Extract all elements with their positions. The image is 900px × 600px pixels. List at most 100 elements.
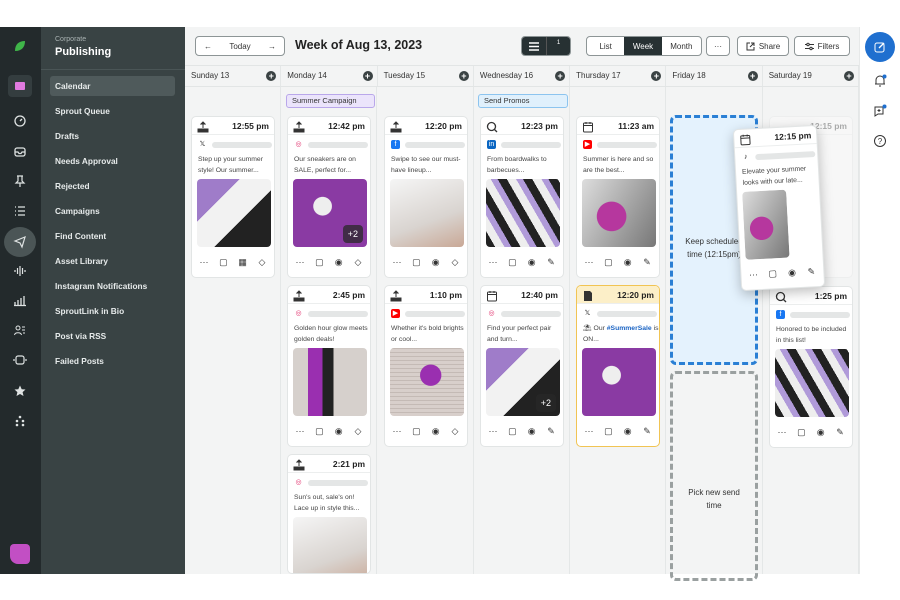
comment-icon[interactable]: ▢ <box>409 426 423 437</box>
nav-item-rejected[interactable]: Rejected <box>50 176 175 196</box>
post-media[interactable] <box>742 189 790 260</box>
comment-icon[interactable]: ▢ <box>312 257 326 268</box>
post-card[interactable]: 12:55 pm 𝕏 Step up your summer style! Ou… <box>191 116 275 278</box>
add-post-icon[interactable]: + <box>458 71 469 81</box>
post-card[interactable]: 2:45 pm ◎ Golden hour glow meets golden … <box>287 285 371 447</box>
add-post-icon[interactable]: + <box>266 71 277 81</box>
nav-item-campaigns[interactable]: Campaigns <box>50 201 175 221</box>
audio-wave-icon[interactable] <box>8 260 32 282</box>
post-media[interactable] <box>582 179 656 247</box>
list-icon[interactable] <box>8 200 32 222</box>
add-post-icon[interactable]: + <box>843 71 854 81</box>
folder-icon[interactable] <box>8 75 32 97</box>
more-icon[interactable]: ··· <box>197 257 211 267</box>
post-card[interactable]: 1:25 pm f Honored to be included in this… <box>769 286 853 448</box>
more-icon[interactable]: ··· <box>775 427 789 437</box>
bar-chart-icon[interactable] <box>8 289 32 311</box>
nav-item-instagram-notifications[interactable]: Instagram Notifications <box>50 276 175 296</box>
drop-zone-new-time[interactable]: Pick new send time <box>670 371 758 581</box>
inbox-icon[interactable] <box>8 141 32 163</box>
nav-item-asset-library[interactable]: Asset Library <box>50 251 175 271</box>
view-week-tab[interactable]: Week <box>624 37 662 55</box>
preview-icon[interactable]: ◉ <box>525 426 539 437</box>
comment-icon[interactable]: ▢ <box>409 257 423 268</box>
view-list-tab[interactable]: List <box>587 37 624 55</box>
post-media[interactable] <box>390 179 464 247</box>
preview-icon[interactable]: ◉ <box>814 427 828 438</box>
star-icon[interactable] <box>8 380 32 402</box>
next-week-button[interactable]: → <box>268 42 276 51</box>
edit-icon[interactable]: ✎ <box>640 426 654 437</box>
tag-icon[interactable]: ◇ <box>448 257 462 268</box>
nav-item-needs-approval[interactable]: Needs Approval <box>50 151 175 171</box>
comment-icon[interactable]: ▢ <box>505 257 519 268</box>
post-media[interactable] <box>582 348 656 416</box>
profile-avatar[interactable] <box>10 544 30 564</box>
more-icon[interactable]: ··· <box>390 426 404 436</box>
hashtag[interactable]: #SummerSale <box>607 325 652 332</box>
edit-icon[interactable]: ✎ <box>833 427 847 438</box>
dragged-post-card[interactable]: 12:15 pm ♪ Elevate your summer looks wit… <box>732 124 826 292</box>
more-icon[interactable]: ··· <box>582 426 596 436</box>
tag-icon[interactable]: ▦ <box>236 257 250 268</box>
comment-icon[interactable]: ▢ <box>601 257 615 268</box>
more-icon[interactable]: ··· <box>293 426 307 436</box>
more-icon[interactable]: ··· <box>486 426 500 436</box>
prev-week-button[interactable]: ← <box>204 42 212 51</box>
paper-plane-icon[interactable] <box>4 227 36 257</box>
comment-icon[interactable]: ▢ <box>505 426 519 437</box>
post-media[interactable]: +2 <box>486 348 560 416</box>
add-post-icon[interactable]: + <box>747 71 758 81</box>
preview-icon[interactable]: ◉ <box>785 267 800 279</box>
view-month-tab[interactable]: Month <box>662 37 701 55</box>
nav-item-failed-posts[interactable]: Failed Posts <box>50 351 175 371</box>
add-post-icon[interactable]: + <box>362 71 373 81</box>
post-card[interactable]: 1:10 pm ▶ Whether it's bold brights or c… <box>384 285 468 447</box>
post-media[interactable] <box>486 179 560 247</box>
more-options-button[interactable]: ··· <box>706 36 730 56</box>
compact-layout-button[interactable] <box>522 37 546 55</box>
notifications-bell-icon[interactable] <box>873 74 887 93</box>
nav-item-drafts[interactable]: Drafts <box>50 126 175 146</box>
tag-icon[interactable]: ◇ <box>448 426 462 437</box>
bot-icon[interactable] <box>8 349 32 371</box>
preview-icon[interactable]: ◉ <box>429 426 443 437</box>
pin-icon[interactable] <box>8 170 32 192</box>
sprout-logo-icon[interactable] <box>8 35 32 57</box>
more-icon[interactable]: ··· <box>486 257 500 267</box>
tag-icon[interactable]: ◇ <box>351 257 365 268</box>
nav-item-find-content[interactable]: Find Content <box>50 226 175 246</box>
post-media[interactable] <box>197 179 271 247</box>
comment-icon[interactable]: ▢ <box>312 426 326 437</box>
post-card[interactable]: 12:42 pm ◎ Our sneakers are on SALE, per… <box>287 116 371 278</box>
more-icon[interactable]: ··· <box>390 257 404 267</box>
more-icon[interactable]: ··· <box>746 269 761 280</box>
nav-item-sproutlink-in-bio[interactable]: SproutLink in Bio <box>50 301 175 321</box>
post-media[interactable]: +2 <box>293 179 367 247</box>
preview-icon[interactable]: ◉ <box>525 257 539 268</box>
post-media[interactable] <box>390 348 464 416</box>
post-media[interactable] <box>293 517 367 573</box>
campaign-tag-summer[interactable]: Summer Campaign <box>286 94 375 108</box>
preview-icon[interactable]: ◉ <box>621 426 635 437</box>
add-post-icon[interactable]: + <box>555 71 566 81</box>
tag-icon[interactable]: ◇ <box>255 257 269 268</box>
share-button[interactable]: Share <box>737 36 789 56</box>
preview-icon[interactable]: ◉ <box>621 257 635 268</box>
today-button[interactable]: Today <box>229 42 250 51</box>
post-media[interactable] <box>293 348 367 416</box>
post-card[interactable]: 11:23 am ▶ Summer is here and so are the… <box>576 116 660 278</box>
help-icon[interactable]: ? <box>873 134 887 153</box>
comment-icon[interactable]: ▢ <box>765 268 780 280</box>
post-card[interactable]: 12:40 pm ◎ Find your perfect pair and tu… <box>480 285 564 447</box>
comment-icon[interactable]: ▢ <box>601 426 615 437</box>
nav-item-post-via-rss[interactable]: Post via RSS <box>50 326 175 346</box>
post-media[interactable] <box>775 349 849 417</box>
edit-icon[interactable]: ✎ <box>640 257 654 268</box>
filters-button[interactable]: Filters <box>794 36 850 56</box>
preview-icon[interactable]: ◉ <box>429 257 443 268</box>
nav-item-sprout-queue[interactable]: Sprout Queue <box>50 101 175 121</box>
add-post-icon[interactable]: + <box>651 71 662 81</box>
tag-icon[interactable]: ◉ <box>332 257 346 268</box>
comment-icon[interactable]: ▢ <box>216 257 230 268</box>
